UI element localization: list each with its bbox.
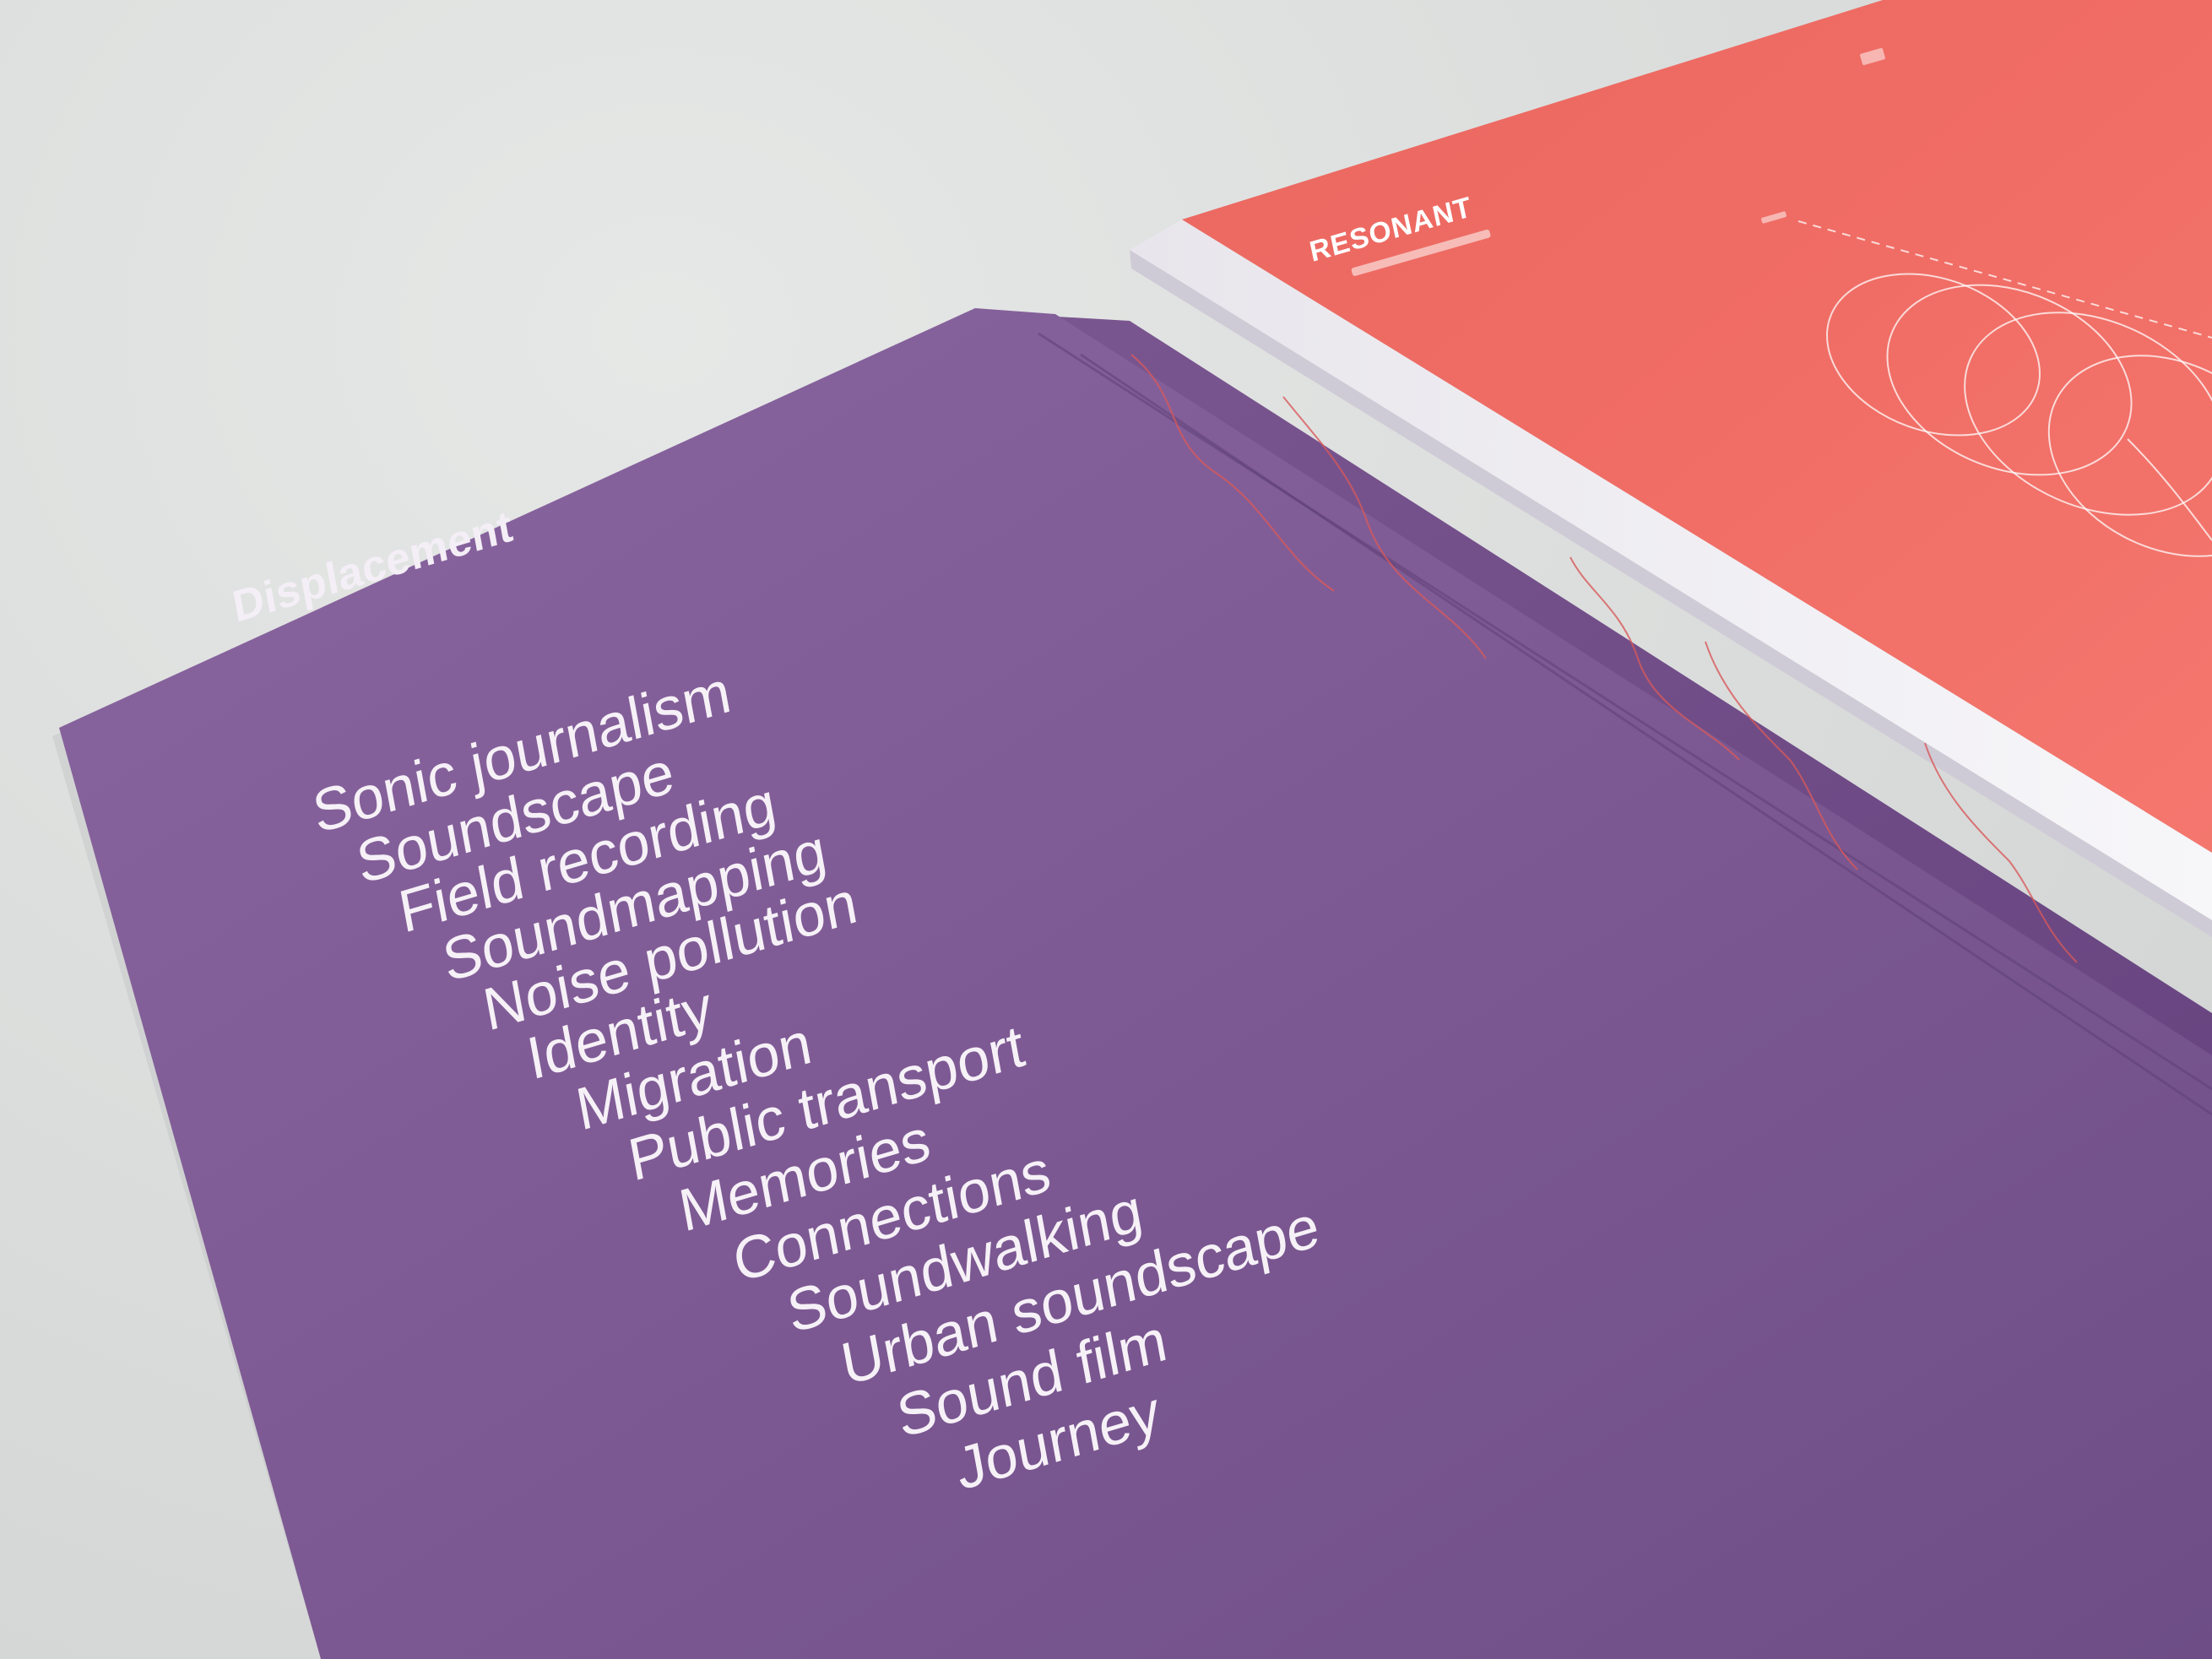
photo-scene: RESONANT Displacement Sonic journalism S… (0, 0, 2212, 1659)
